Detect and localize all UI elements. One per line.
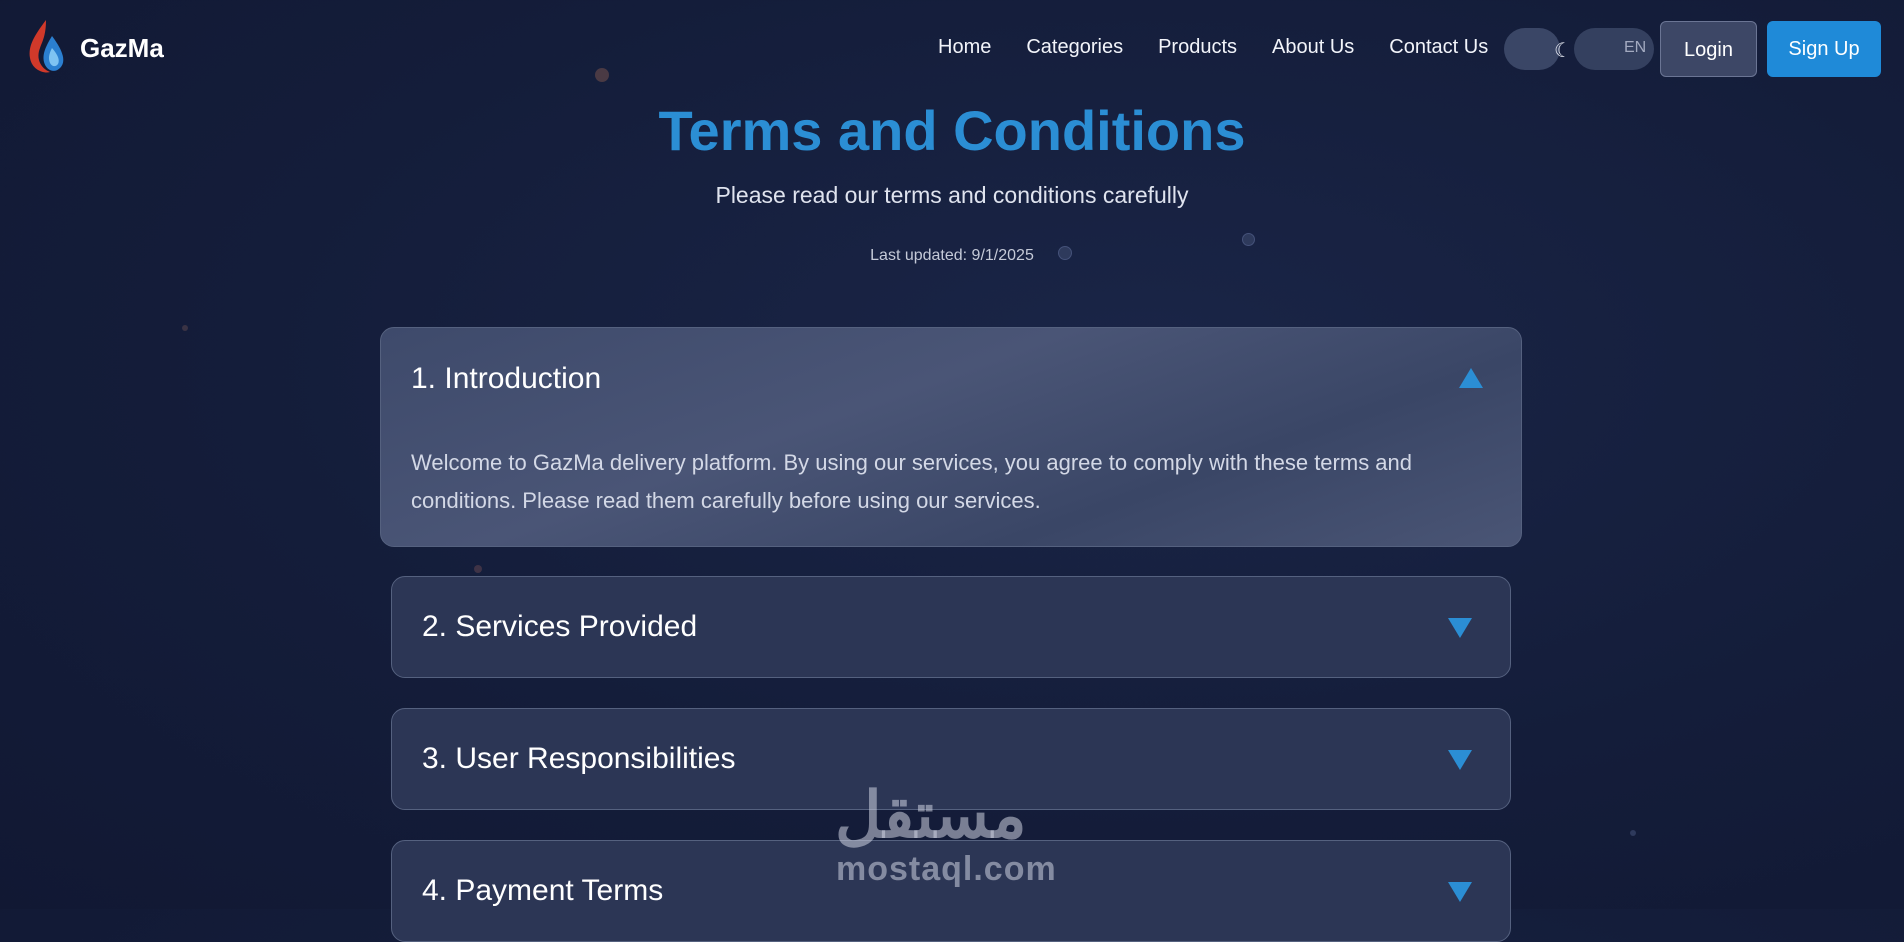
nav-categories[interactable]: Categories — [1026, 36, 1123, 59]
background-dot — [474, 565, 482, 573]
settings-toggles: ☾ EN — [1504, 28, 1654, 70]
main-nav: Home Categories Products About Us Contac… — [938, 36, 1488, 59]
section-title[interactable]: 2. Services Provided — [422, 610, 697, 644]
theme-toggle[interactable] — [1504, 28, 1560, 70]
chevron-down-icon[interactable] — [1448, 750, 1472, 770]
section-title[interactable]: 1. Introduction — [411, 362, 601, 396]
chevron-down-icon[interactable] — [1448, 882, 1472, 902]
background-dot — [182, 325, 188, 331]
signup-button[interactable]: Sign Up — [1767, 21, 1881, 77]
nav-about-us[interactable]: About Us — [1272, 36, 1354, 59]
nav-products[interactable]: Products — [1158, 36, 1237, 59]
nav-contact-us[interactable]: Contact Us — [1389, 36, 1488, 59]
last-updated: Last updated: 9/1/2025 — [870, 247, 1034, 264]
section-services-provided[interactable]: 2. Services Provided — [391, 576, 1511, 678]
page-subtitle: Please read our terms and conditions car… — [715, 182, 1189, 208]
language-label[interactable]: EN — [1624, 39, 1646, 57]
watermark-latin: mostaql.com — [836, 850, 1057, 888]
section-title[interactable]: 3. User Responsibilities — [422, 742, 735, 776]
background-dot — [1242, 233, 1255, 246]
nav-home[interactable]: Home — [938, 36, 991, 59]
gazma-logo-icon[interactable] — [24, 18, 68, 76]
chevron-up-icon[interactable] — [1459, 368, 1483, 388]
header: GazMa Home Categories Products About Us … — [0, 0, 1904, 98]
watermark-arabic: مستقل — [835, 779, 1027, 851]
login-button[interactable]: Login — [1660, 21, 1757, 77]
background-dot — [1630, 830, 1636, 836]
page-title: Terms and Conditions — [658, 99, 1246, 162]
chevron-down-icon[interactable] — [1448, 618, 1472, 638]
moon-icon[interactable]: ☾ — [1554, 38, 1572, 63]
section-body: Welcome to GazMa delivery platform. By u… — [411, 450, 1413, 513]
brand-name[interactable]: GazMa — [80, 33, 164, 64]
section-title[interactable]: 4. Payment Terms — [422, 874, 663, 908]
section-introduction[interactable]: 1. Introduction Welcome to GazMa deliver… — [380, 327, 1522, 547]
